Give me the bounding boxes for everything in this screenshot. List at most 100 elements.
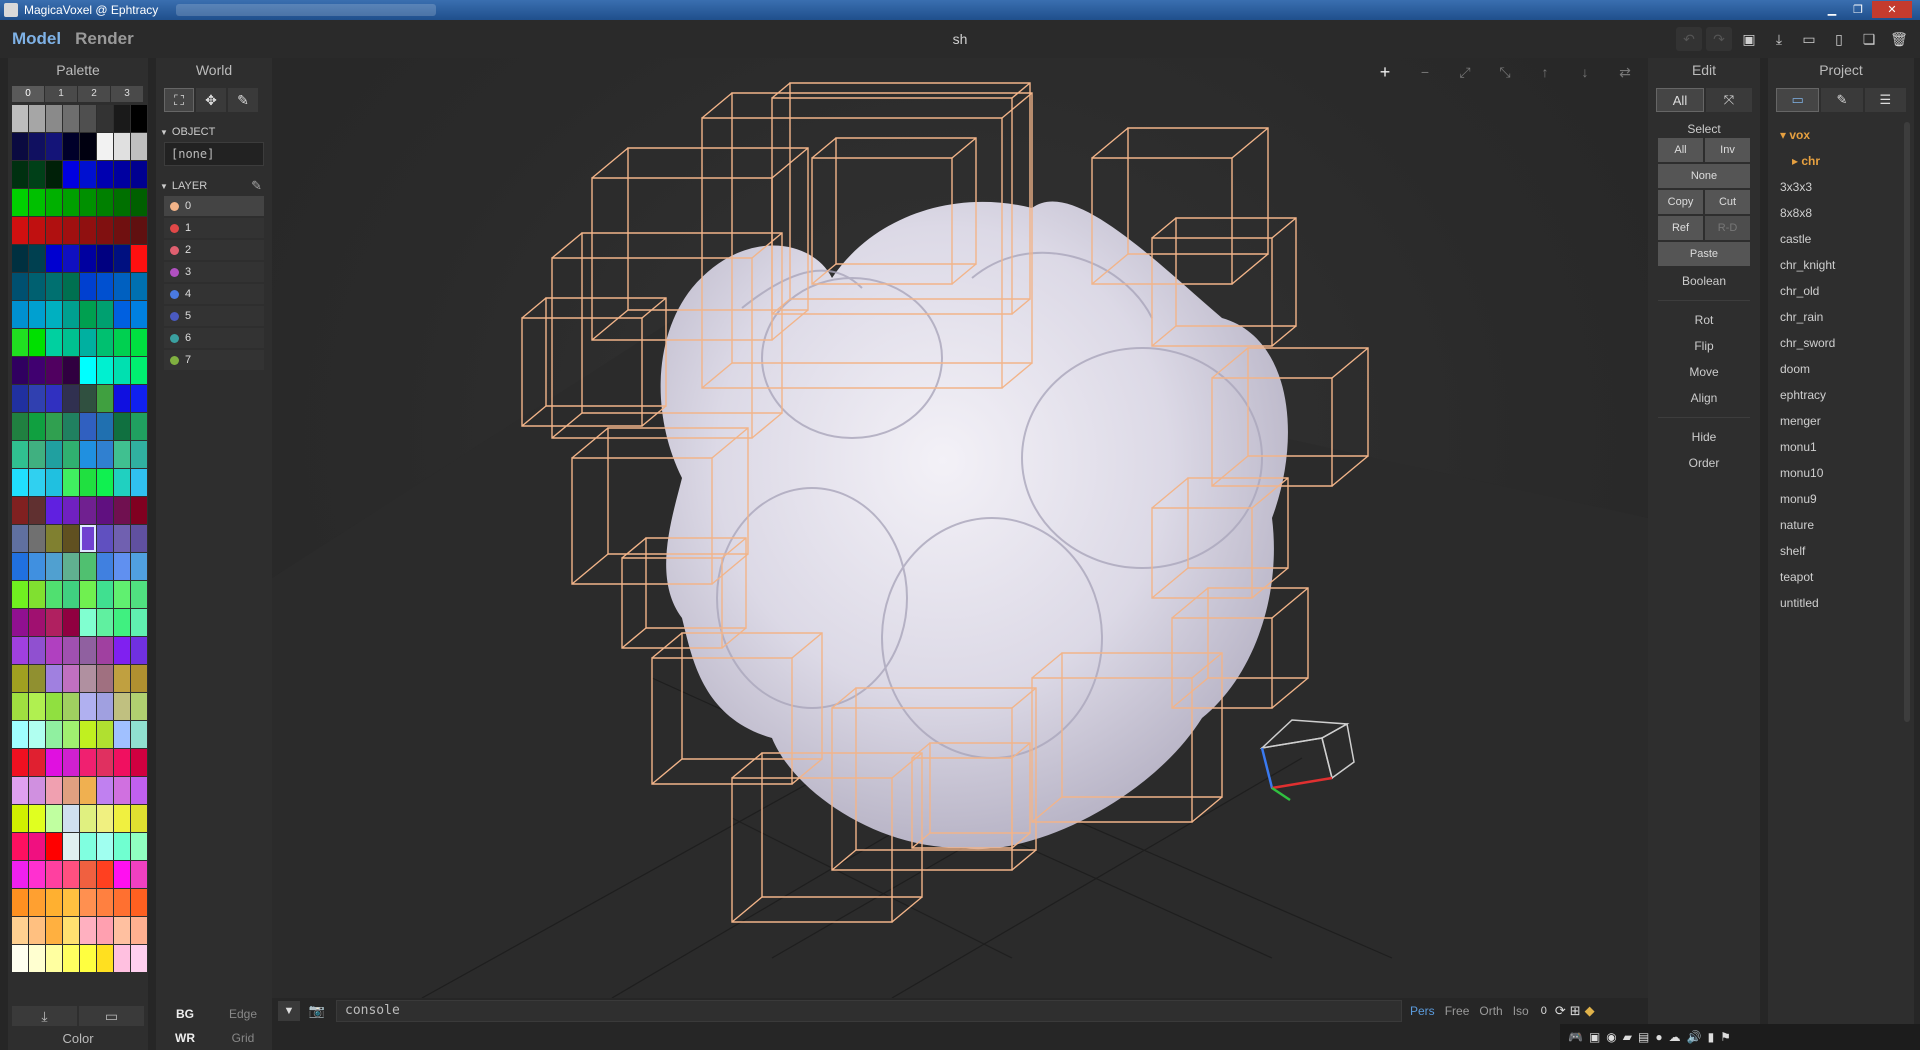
project-file-item[interactable]: chr_old	[1776, 278, 1914, 304]
color-swatch[interactable]	[80, 833, 96, 860]
color-swatch[interactable]	[131, 413, 147, 440]
color-swatch[interactable]	[12, 217, 28, 244]
color-swatch[interactable]	[80, 693, 96, 720]
color-swatch[interactable]	[63, 721, 79, 748]
gamepad-icon[interactable]: 🎮	[1568, 1030, 1583, 1044]
move-button[interactable]: Move	[1648, 359, 1760, 385]
edit-layer-icon[interactable]: ✎	[251, 178, 262, 194]
color-swatch[interactable]	[63, 749, 79, 776]
color-swatch[interactable]	[131, 609, 147, 636]
color-swatch[interactable]	[29, 161, 45, 188]
color-swatch[interactable]	[12, 833, 28, 860]
color-swatch[interactable]	[114, 581, 130, 608]
color-swatch[interactable]	[80, 525, 96, 552]
duplicate-icon[interactable]: ❏	[1856, 27, 1882, 51]
copy-button[interactable]: Copy	[1658, 190, 1703, 214]
color-swatch[interactable]	[80, 805, 96, 832]
color-swatch[interactable]	[29, 469, 45, 496]
project-file-item[interactable]: monu10	[1776, 460, 1914, 486]
color-swatch[interactable]	[12, 721, 28, 748]
project-file-item[interactable]: ephtracy	[1776, 382, 1914, 408]
color-swatch[interactable]	[80, 413, 96, 440]
color-swatch[interactable]	[97, 833, 113, 860]
arrow-up-icon[interactable]: ↑	[1532, 60, 1558, 84]
folder-icon[interactable]: ▭	[1776, 88, 1820, 112]
color-swatch[interactable]	[80, 161, 96, 188]
color-swatch[interactable]	[131, 469, 147, 496]
shrink-icon[interactable]: ⤡	[1492, 60, 1518, 84]
color-swatch[interactable]	[12, 301, 28, 328]
flag-icon[interactable]: ⚑	[1720, 1030, 1731, 1044]
color-swatch[interactable]	[63, 525, 79, 552]
align-button[interactable]: Align	[1648, 385, 1760, 411]
color-swatch[interactable]	[12, 273, 28, 300]
color-swatch[interactable]	[12, 637, 28, 664]
color-swatch[interactable]	[46, 693, 62, 720]
project-file-item[interactable]: untitled	[1776, 590, 1914, 616]
color-swatch[interactable]	[80, 441, 96, 468]
color-swatch[interactable]	[131, 833, 147, 860]
color-swatch[interactable]	[131, 637, 147, 664]
color-swatch[interactable]	[114, 189, 130, 216]
color-swatch[interactable]	[80, 609, 96, 636]
project-file-item[interactable]: teapot	[1776, 564, 1914, 590]
color-swatch[interactable]	[97, 805, 113, 832]
color-swatch[interactable]	[114, 273, 130, 300]
color-swatch[interactable]	[29, 105, 45, 132]
project-scrollbar[interactable]	[1904, 122, 1910, 722]
color-swatch[interactable]	[46, 637, 62, 664]
color-swatch[interactable]	[29, 301, 45, 328]
color-swatch[interactable]	[114, 609, 130, 636]
save-icon[interactable]: ▣	[1736, 27, 1762, 51]
color-swatch[interactable]	[12, 609, 28, 636]
color-swatch[interactable]	[29, 245, 45, 272]
color-swatch[interactable]	[63, 245, 79, 272]
color-swatch[interactable]	[12, 693, 28, 720]
color-swatch[interactable]	[97, 609, 113, 636]
color-swatch[interactable]	[46, 469, 62, 496]
color-swatch[interactable]	[97, 329, 113, 356]
color-swatch[interactable]	[12, 385, 28, 412]
color-swatch[interactable]	[63, 833, 79, 860]
select-box-icon[interactable]: ⛶	[164, 88, 194, 112]
color-swatch[interactable]	[12, 497, 28, 524]
color-swatch[interactable]	[29, 357, 45, 384]
color-swatch[interactable]	[131, 189, 147, 216]
color-swatch[interactable]	[131, 581, 147, 608]
color-swatch[interactable]	[29, 553, 45, 580]
palette-tab-1[interactable]: 1	[45, 86, 77, 102]
eyedropper-icon[interactable]: ✎	[228, 88, 258, 112]
color-swatch[interactable]	[29, 805, 45, 832]
color-swatch[interactable]	[114, 525, 130, 552]
bg-toggle[interactable]: BG	[156, 1007, 214, 1021]
color-swatch[interactable]	[114, 385, 130, 412]
color-swatch[interactable]	[114, 469, 130, 496]
list-icon[interactable]: ☰	[1864, 88, 1906, 112]
color-swatch[interactable]	[46, 581, 62, 608]
rot-button[interactable]: Rot	[1648, 307, 1760, 333]
project-file-item[interactable]: chr_rain	[1776, 304, 1914, 330]
color-swatch[interactable]	[131, 161, 147, 188]
xbox-icon[interactable]: ●	[1655, 1030, 1662, 1044]
color-swatch[interactable]	[97, 385, 113, 412]
project-file-item[interactable]: monu9	[1776, 486, 1914, 512]
color-swatch[interactable]	[114, 805, 130, 832]
import-palette-icon[interactable]: ⤓	[12, 1006, 77, 1026]
project-file-item[interactable]: castle	[1776, 226, 1914, 252]
color-swatch[interactable]	[80, 357, 96, 384]
color-swatch[interactable]	[131, 217, 147, 244]
color-swatch[interactable]	[131, 917, 147, 944]
object-section[interactable]: ▼ OBJECT	[160, 126, 272, 138]
color-swatch[interactable]	[46, 833, 62, 860]
color-swatch[interactable]	[29, 665, 45, 692]
color-swatch[interactable]	[80, 945, 96, 972]
export-icon[interactable]: ⤓	[1766, 27, 1792, 51]
color-swatch[interactable]	[80, 637, 96, 664]
color-swatch[interactable]	[29, 777, 45, 804]
color-swatch[interactable]	[46, 749, 62, 776]
select-inv-button[interactable]: Inv	[1705, 138, 1750, 162]
color-swatch[interactable]	[80, 777, 96, 804]
ref-button[interactable]: Ref	[1658, 216, 1703, 240]
color-swatch[interactable]	[46, 189, 62, 216]
color-swatch[interactable]	[63, 497, 79, 524]
